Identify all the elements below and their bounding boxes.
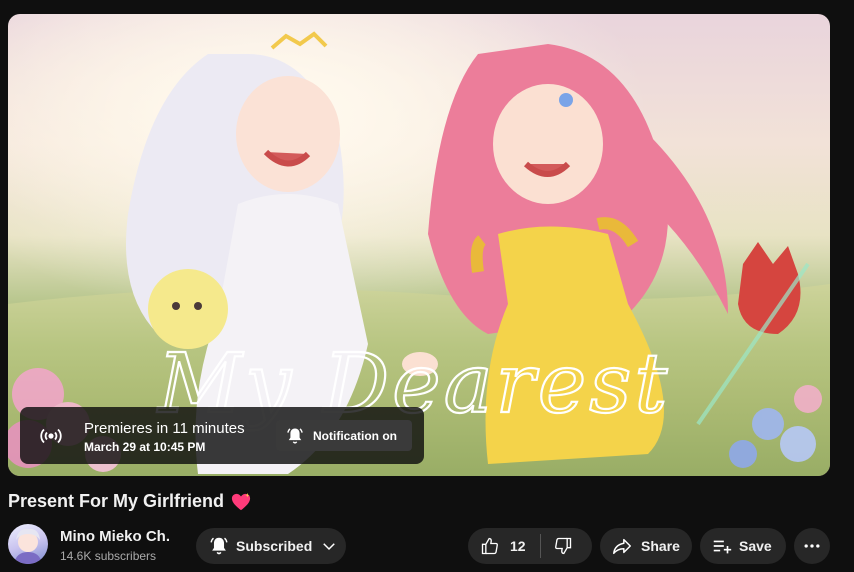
bell-icon (287, 427, 303, 444)
more-actions-button[interactable] (794, 528, 830, 564)
premiere-countdown: Premieres in 11 minutes (84, 420, 245, 437)
save-label: Save (739, 538, 772, 554)
share-button[interactable]: Share (600, 528, 692, 564)
chevron-down-icon (323, 543, 336, 551)
video-title: Present For My Girlfriend (8, 491, 252, 512)
thumbs-up-icon (481, 537, 498, 555)
avatar-image (14, 528, 42, 564)
channel-avatar[interactable] (8, 524, 48, 564)
like-count: 12 (510, 538, 526, 554)
premiere-banner: Premieres in 11 minutes March 29 at 10:4… (20, 407, 424, 464)
share-label: Share (641, 538, 680, 554)
subscribed-label: Subscribed (236, 538, 313, 554)
playlist-add-icon (713, 540, 732, 554)
share-arrow-icon (613, 538, 631, 555)
notification-on-button[interactable]: Notification on (276, 420, 412, 451)
like-dislike-group: 12 (468, 528, 592, 564)
subscriber-count: 14.6K subscribers (60, 549, 157, 563)
video-title-text: Present For My Girlfriend (8, 491, 225, 511)
more-horizontal-icon (804, 544, 820, 548)
dislike-button[interactable] (541, 528, 585, 564)
bell-icon (210, 537, 228, 555)
video-player[interactable]: My Dearest Premieres in 11 minutes March… (8, 14, 830, 476)
save-button[interactable]: Save (700, 528, 786, 564)
like-button[interactable]: 12 (468, 528, 540, 564)
subscribed-button[interactable]: Subscribed (196, 528, 346, 564)
sparkling-heart-icon (231, 492, 251, 510)
premiere-date: March 29 at 10:45 PM (84, 440, 206, 454)
notification-on-label: Notification on (313, 428, 397, 443)
channel-name[interactable]: Mino Mieko Ch. (60, 528, 170, 545)
live-broadcast-icon (40, 428, 62, 444)
thumbs-down-icon (554, 537, 571, 555)
